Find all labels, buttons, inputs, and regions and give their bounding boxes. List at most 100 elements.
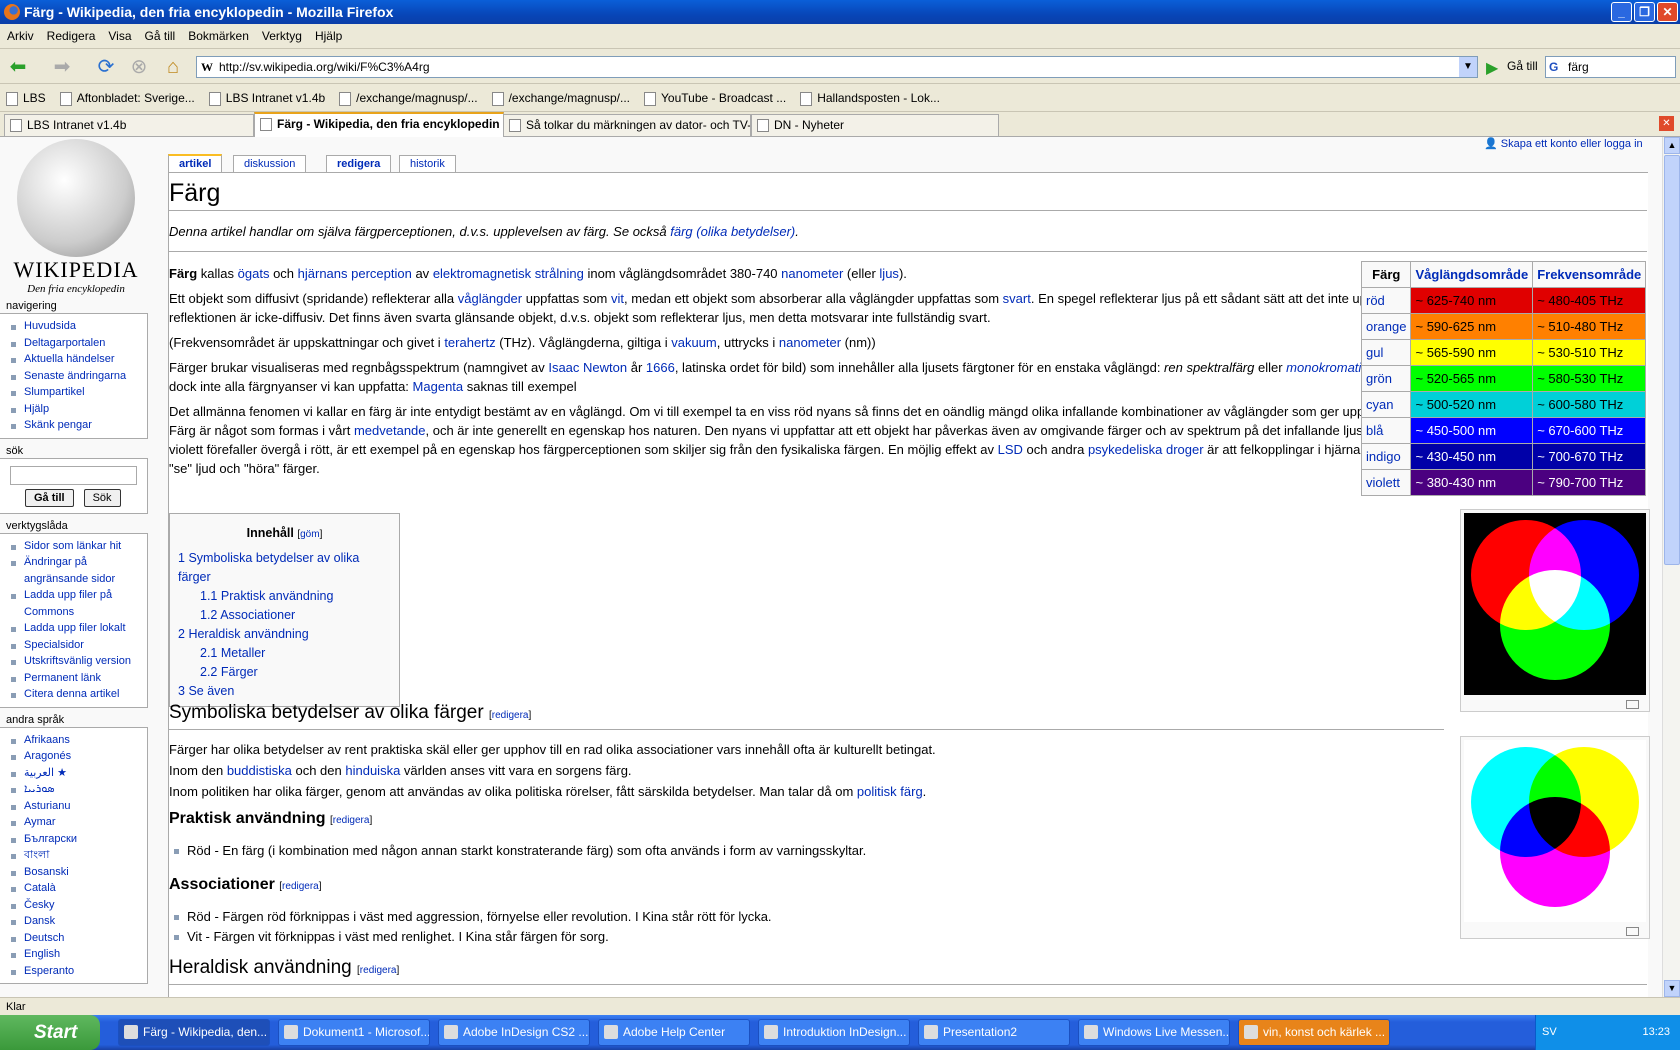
toc-item[interactable]: 1.1 Praktisk användning (178, 587, 391, 606)
wikipedia-logo[interactable]: WIKIPEDIA Den fria encyklopedin (6, 139, 146, 295)
taskbar-button[interactable]: Färg - Wikipedia, den... (118, 1019, 270, 1046)
reload-icon[interactable]: ⟳ (94, 55, 118, 79)
menu-6[interactable]: Hjälp (315, 29, 342, 43)
article-link[interactable]: elektromagnetisk strålning (433, 266, 584, 281)
sidebar-link[interactable]: Česky (0, 897, 147, 914)
taskbar-button[interactable]: Adobe Help Center (598, 1019, 750, 1046)
article-link[interactable]: våglängder (458, 291, 522, 306)
sidebar-link[interactable]: Asturianu (0, 798, 147, 815)
article-link[interactable]: Magenta (413, 379, 464, 394)
sidebar-link[interactable]: Sidor som länkar hit (0, 538, 147, 555)
go-icon[interactable]: ▶ (1486, 58, 1498, 78)
close-button[interactable]: ✕ (1657, 2, 1678, 22)
sidebar-link[interactable]: English (0, 946, 147, 963)
toc-item[interactable]: 2.1 Metaller (178, 644, 391, 663)
article-link[interactable]: buddistiska (227, 763, 292, 778)
start-button[interactable]: Start (0, 1015, 100, 1050)
article-link[interactable]: svart (1003, 291, 1031, 306)
edit-link[interactable]: redigera (360, 965, 397, 976)
sidebar-link[interactable]: Huvudsida (0, 318, 147, 335)
go-button[interactable]: Gå till (25, 488, 74, 507)
tab-historik[interactable]: historik (399, 155, 456, 172)
sidebar-link[interactable]: Deutsch (0, 930, 147, 947)
article-link[interactable]: hjärnans perception (298, 266, 412, 281)
scroll-down-icon[interactable]: ▼ (1664, 980, 1680, 997)
article-link[interactable]: ögats (238, 266, 270, 281)
browser-tab[interactable]: Så tolkar du märkningen av dator- och TV… (503, 114, 751, 136)
browser-tab[interactable]: Färg - Wikipedia, den fria encyklopedin (254, 112, 504, 137)
article-link[interactable]: LSD (998, 442, 1023, 457)
edit-link[interactable]: redigera (282, 881, 319, 892)
search-button[interactable]: Sök (83, 488, 121, 507)
sidebar-link[interactable]: Aymar (0, 814, 147, 831)
home-icon[interactable]: ⌂ (161, 55, 185, 79)
scroll-thumb[interactable] (1664, 155, 1680, 565)
article-link[interactable]: nanometer (779, 335, 841, 350)
sidebar-link[interactable]: Dansk (0, 913, 147, 930)
color-name-link[interactable]: indigo (1360, 443, 1412, 470)
menu-5[interactable]: Verktyg (262, 29, 302, 43)
rgb-image[interactable] (1460, 509, 1650, 712)
article-link[interactable]: politisk färg (857, 784, 923, 799)
tab-redigera[interactable]: redigera (326, 155, 392, 172)
sidebar-link[interactable]: Ladda upp filer på Commons (0, 587, 147, 620)
menu-0[interactable]: Arkiv (7, 29, 34, 43)
toc-item[interactable]: 3 Se även (178, 682, 391, 701)
color-name-link[interactable]: violett (1360, 469, 1412, 496)
url-dropdown-icon[interactable]: ▼ (1459, 57, 1477, 77)
bookmark-item[interactable]: LBS (6, 91, 46, 106)
stop-icon[interactable]: ⊗ (127, 55, 151, 79)
toc-item[interactable]: 1.2 Associationer (178, 606, 391, 625)
color-name-link[interactable]: gul (1360, 339, 1412, 366)
bookmark-item[interactable]: LBS Intranet v1.4b (208, 91, 325, 106)
taskbar-button[interactable]: Dokument1 - Microsof... (278, 1019, 430, 1046)
edit-link[interactable]: redigera (333, 815, 370, 826)
menu-4[interactable]: Bokmärken (188, 29, 249, 43)
toc-item[interactable]: 2 Heraldisk användning (178, 625, 391, 644)
color-name-link[interactable]: grön (1360, 365, 1412, 392)
sidebar-link[interactable]: Citera denna artikel (0, 686, 147, 703)
sidebar-link[interactable]: Hjälp (0, 401, 147, 418)
browser-tab[interactable]: DN - Nyheter (751, 114, 999, 136)
sidebar-link[interactable]: العربية ★ (0, 765, 147, 782)
search-input[interactable]: Gfärg (1545, 56, 1676, 78)
taskbar-button[interactable]: Introduktion InDesign... (758, 1019, 910, 1046)
sidebar-link[interactable]: Specialsidor (0, 637, 147, 654)
sidebar-link[interactable]: Deltagarportalen (0, 335, 147, 352)
taskbar-button[interactable]: vin, konst och kärlek ... (1238, 1019, 1390, 1046)
maximize-button[interactable]: ❐ (1634, 2, 1655, 22)
article-link[interactable]: hinduiska (345, 763, 400, 778)
sidebar-link[interactable]: Aragonés (0, 748, 147, 765)
article-link[interactable]: 1666 (646, 360, 675, 375)
sidebar-link[interactable]: ܣܘܪܝܝܐ (0, 781, 147, 798)
browser-tab[interactable]: LBS Intranet v1.4b (4, 114, 254, 136)
taskbar-button[interactable]: Presentation2 (918, 1019, 1070, 1046)
vertical-scrollbar[interactable]: ▲ ▼ (1662, 137, 1680, 997)
sidebar-link[interactable]: Utskriftsvänlig version (0, 653, 147, 670)
sidebar-link[interactable]: Esperanto (0, 963, 147, 980)
back-icon[interactable]: ⬅ (6, 55, 30, 79)
google-icon[interactable]: G (1549, 57, 1558, 77)
article-link[interactable]: färg (olika betydelser) (670, 224, 795, 239)
article-link[interactable]: terahertz (444, 335, 495, 350)
sidebar-link[interactable]: বাংলা (0, 847, 147, 864)
bookmark-item[interactable]: YouTube - Broadcast ... (644, 91, 786, 106)
sidebar-link[interactable]: Permanent länk (0, 670, 147, 687)
go-button[interactable]: Gå till (1507, 59, 1538, 73)
bookmark-item[interactable]: /exchange/magnusp/... (491, 91, 630, 106)
sidebar-link[interactable]: Senaste ändringarna (0, 368, 147, 385)
cmy-image[interactable] (1460, 736, 1650, 939)
bookmark-item[interactable]: /exchange/magnusp/... (339, 91, 478, 106)
close-tab-icon[interactable]: ✕ (1659, 116, 1674, 131)
tab-artikel[interactable]: artikel (168, 154, 223, 172)
article-link[interactable]: vakuum (671, 335, 717, 350)
sidebar-link[interactable]: Català (0, 880, 147, 897)
toc-item[interactable]: 1 Symboliska betydelser av olika färger (178, 549, 391, 587)
language-indicator[interactable]: SV (1542, 1015, 1557, 1050)
magnify-icon[interactable] (1626, 700, 1639, 709)
menu-3[interactable]: Gå till (145, 29, 176, 43)
minimize-button[interactable]: _ (1611, 2, 1632, 22)
edit-link[interactable]: redigera (492, 710, 529, 721)
bookmark-item[interactable]: Aftonbladet: Sverige... (59, 91, 195, 106)
menu-1[interactable]: Redigera (47, 29, 96, 43)
